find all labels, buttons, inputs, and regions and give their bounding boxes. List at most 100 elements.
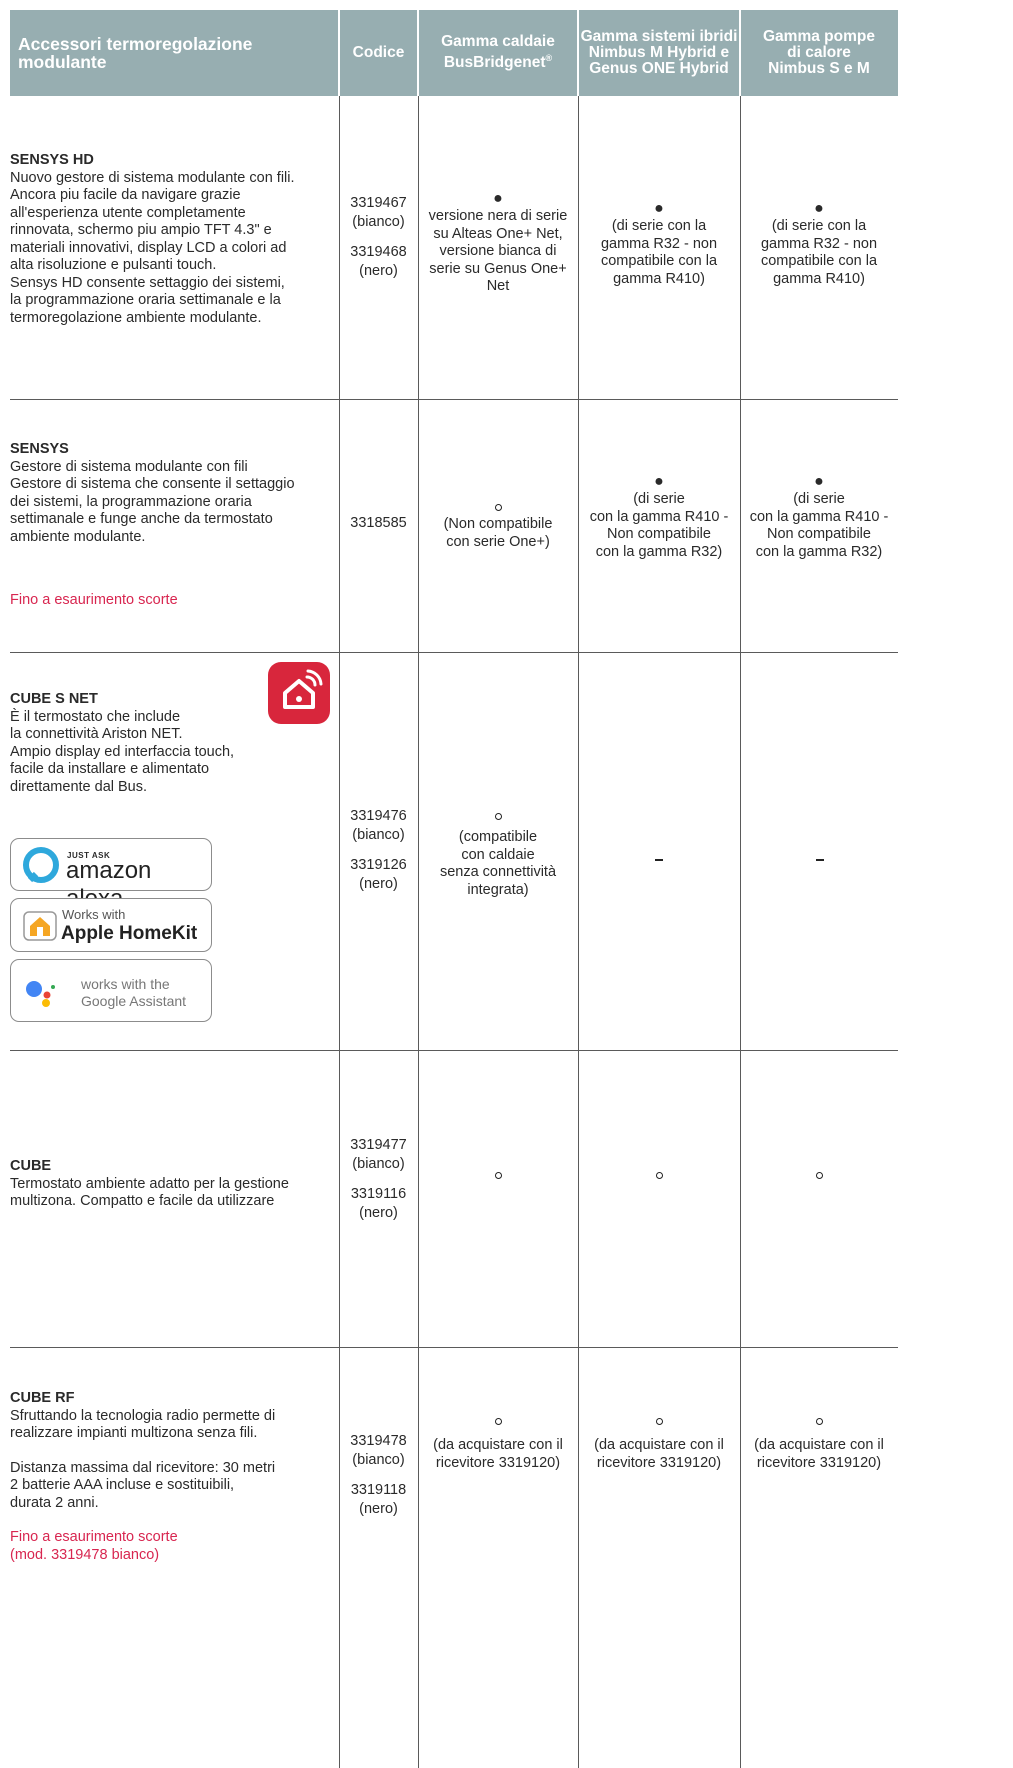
description-line: materiali innovativi, display LCD a colo… xyxy=(10,239,287,256)
header-busbridgenet-label: Gamma caldaie BusBridgenet® xyxy=(441,33,555,72)
stock-note: Fino a esaurimento scorte xyxy=(10,592,335,610)
code-value: 3318585 xyxy=(350,515,407,531)
compat-note-line: compatibile con la xyxy=(760,253,878,269)
empty-circle-icon xyxy=(740,1412,898,1430)
compat-note-line: (da acquistare con il xyxy=(594,1437,724,1453)
compat-note-line: con caldaie xyxy=(461,846,535,863)
code-value: 3319118 xyxy=(350,1482,407,1498)
alexa-icon xyxy=(23,847,59,883)
code-value: 3319126 xyxy=(350,857,407,873)
header-divider xyxy=(739,10,741,96)
description-line: Nuovo gestore di sistema modulante con f… xyxy=(10,169,295,186)
code-value: 3319468 xyxy=(350,244,407,260)
row-sensys-hd-description: SENSYS HD Nuovo gestore di sistema modul… xyxy=(10,152,335,327)
header-heatpumps-label: Gamma pompe di calore Nimbus S e M xyxy=(763,28,875,77)
code-color: (bianco) xyxy=(352,1155,405,1172)
stock-note-text: Fino a esaurimento scorte xyxy=(10,1529,178,1545)
compat-note-line: (da acquistare con il xyxy=(433,1437,563,1453)
description-line: la connettività Ariston NET. xyxy=(10,726,183,742)
compat-note-line: ricevitore 3319120) xyxy=(756,1454,882,1471)
google-assistant-icon xyxy=(26,981,55,1007)
compat-note-line: con la gamma R410 - xyxy=(749,508,889,525)
homekit-badge: Works with Apple HomeKit xyxy=(10,898,212,952)
description-line: direttamente dal Bus. xyxy=(10,778,148,795)
full-dot-icon: ● xyxy=(654,200,664,217)
description-line: rinnovata, schermo piu ampio TFT 4.3" e xyxy=(10,222,272,238)
row-divider xyxy=(10,1050,898,1051)
product-name: CUBE xyxy=(10,1158,52,1174)
description-line: all'esperienza utente completamente xyxy=(10,204,246,221)
code-value: 3319478 xyxy=(350,1433,407,1449)
description-line: durata 2 anni. xyxy=(10,1494,99,1511)
compat-note-line: Non compatibile xyxy=(607,526,711,542)
header-code: Codice xyxy=(339,10,418,96)
description-line: Distanza massima dal ricevitore: 30 metr… xyxy=(10,1459,276,1476)
description-line: Sensys HD consente settaggio dei sistemi… xyxy=(10,274,285,291)
description-line: 2 batterie AAA incluse e sostituibili, xyxy=(10,1477,235,1493)
not-available-dash xyxy=(816,859,824,861)
header-divider xyxy=(417,10,419,96)
column-divider xyxy=(578,96,579,1768)
alexa-badge: JUST ASK amazon alexa xyxy=(10,838,212,912)
header-divider xyxy=(577,10,579,96)
compat-note-line: con la gamma R32) xyxy=(595,543,723,560)
compat-note-line: senza connettività xyxy=(439,864,557,880)
row-divider xyxy=(10,1347,898,1348)
compat-busbridgenet: (da acquistare con il ricevitore 3319120… xyxy=(418,1412,578,1472)
code-color: (nero) xyxy=(359,262,398,279)
description-line: Termostato ambiente adatto per la gestio… xyxy=(10,1175,289,1192)
header-busbridgenet: Gamma caldaie BusBridgenet® xyxy=(418,10,578,96)
compat-note-line: con la gamma R410 - xyxy=(589,508,729,525)
compat-note-line: serie su Genus One+ xyxy=(429,260,567,277)
description-line: facile da installare e alimentato xyxy=(10,761,210,777)
empty-circle-icon xyxy=(494,1172,502,1179)
empty-circle-icon xyxy=(418,498,578,516)
row-sensys-description: SENSYS Gestore di sistema modulante con … xyxy=(10,441,335,546)
compat-note-line: integrata) xyxy=(467,881,529,898)
empty-circle-icon xyxy=(418,807,578,825)
compat-note-line: su Alteas One+ Net, xyxy=(433,225,563,242)
product-code: 3319476 (bianco) 3319126 (nero) xyxy=(339,807,418,893)
homekit-icon xyxy=(23,911,57,941)
compat-heatpumps: ● (di serie con la gamma R32 - non compa… xyxy=(740,200,898,288)
compat-busbridgenet xyxy=(418,1167,578,1185)
compat-note-line: ricevitore 3319120) xyxy=(435,1454,561,1471)
product-code: 3319478 (bianco) 3319118 (nero) xyxy=(339,1432,418,1518)
google-badge-big: Google Assistant xyxy=(81,993,187,1009)
header-product: Accessori termoregolazione modulante xyxy=(10,10,339,96)
full-dot-icon: ● xyxy=(814,473,824,490)
compat-hybrid: ● (di serie con la gamma R410 - Non comp… xyxy=(578,473,740,561)
code-color: (nero) xyxy=(359,1204,398,1221)
stock-note-text: (mod. 3319478 bianco) xyxy=(10,1546,160,1563)
description-line: ambiente modulante. xyxy=(10,528,146,545)
compat-hybrid: ● (di serie con la gamma R32 - non compa… xyxy=(578,200,740,288)
empty-circle-icon xyxy=(418,1412,578,1430)
compat-note-line: (di serie con la xyxy=(611,218,707,234)
full-dot-icon: ● xyxy=(814,200,824,217)
description-line: la programmazione oraria settimanale e l… xyxy=(10,292,281,308)
code-color: (nero) xyxy=(359,875,398,892)
code-color: (bianco) xyxy=(352,1451,405,1468)
code-value: 3319477 xyxy=(350,1137,407,1153)
empty-circle-icon xyxy=(815,1172,823,1179)
row-cube-rf-description: CUBE RF Sfruttando la tecnologia radio p… xyxy=(10,1390,335,1564)
compat-busbridgenet: (Non compatibile con serie One+) xyxy=(418,498,578,551)
description-line: Ancora piu facile da navigare grazie xyxy=(10,187,241,203)
compat-note-line: (compatibile xyxy=(458,829,538,845)
column-divider xyxy=(418,96,419,1768)
description-line: settimanale e funge anche da termostato xyxy=(10,511,273,527)
not-available-dash xyxy=(655,859,663,861)
compat-note-line: (da acquistare con il xyxy=(754,1437,884,1453)
product-name: SENSYS xyxy=(10,441,69,457)
description-line: Sfruttando la tecnologia radio permette … xyxy=(10,1407,276,1424)
compat-note-line: con la gamma R32) xyxy=(755,543,883,560)
product-name: SENSYS HD xyxy=(10,152,94,168)
compat-note-line: con serie One+) xyxy=(446,533,550,550)
empty-circle-icon xyxy=(578,1412,740,1430)
row-cube-description: CUBE Termostato ambiente adatto per la g… xyxy=(10,1158,335,1211)
product-code: 3319477 (bianco) 3319116 (nero) xyxy=(339,1136,418,1222)
compat-heatpumps: (da acquistare con il ricevitore 3319120… xyxy=(740,1412,898,1472)
header-heatpumps: Gamma pompe di calore Nimbus S e M xyxy=(740,10,898,96)
description-line: termoregolazione ambiente modulante. xyxy=(10,309,262,326)
row-divider xyxy=(10,652,898,653)
